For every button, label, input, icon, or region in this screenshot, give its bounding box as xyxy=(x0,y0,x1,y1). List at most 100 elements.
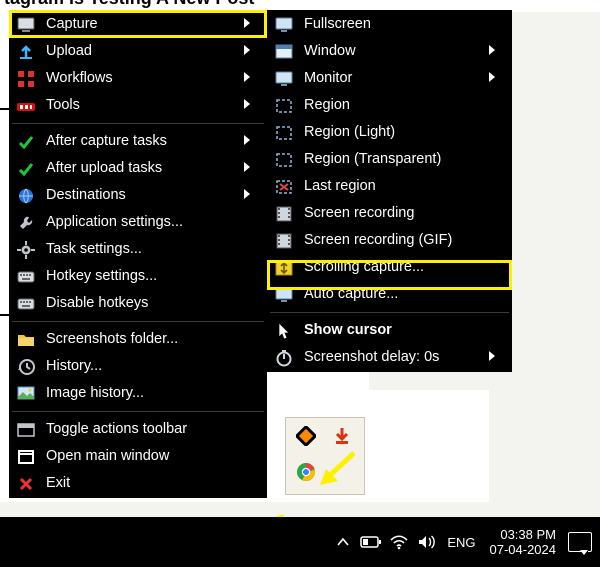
tray-overflow-button[interactable] xyxy=(332,522,354,562)
menu-item-label: Window xyxy=(304,44,485,59)
capture-item-scrolling-capture[interactable]: Scrolling capture... xyxy=(268,254,511,281)
capture-item-auto-capture[interactable]: Auto capture... xyxy=(268,281,511,308)
menu-item-label: History... xyxy=(46,359,250,374)
context-item-application-settings[interactable]: Application settings... xyxy=(10,209,266,236)
imghist-icon xyxy=(16,384,36,404)
download-tray-icon[interactable] xyxy=(332,426,352,446)
menu-item-label: Hotkey settings... xyxy=(46,269,250,284)
submenu-arrow-icon xyxy=(485,44,495,59)
submenu-arrow-icon xyxy=(240,44,250,59)
wrench-icon xyxy=(16,213,36,233)
menu-item-label: Region (Transparent) xyxy=(304,152,495,167)
menu-item-label: Screen recording xyxy=(304,206,495,221)
context-item-workflows[interactable]: Workflows xyxy=(10,65,266,92)
mon-icon xyxy=(274,285,294,305)
capture-item-fullscreen[interactable]: Fullscreen xyxy=(268,11,511,38)
windows-taskbar: ENG 03:38 PM 07-04-2024 xyxy=(0,517,600,567)
sharex-tray-icon[interactable] xyxy=(296,426,316,446)
notification-center-button[interactable] xyxy=(568,532,592,552)
scroll-icon xyxy=(274,258,294,278)
keyb-icon xyxy=(16,294,36,314)
context-item-history[interactable]: History... xyxy=(10,353,266,380)
menu-item-label: Screen recording (GIF) xyxy=(304,233,495,248)
language-indicator[interactable]: ENG xyxy=(447,535,475,550)
capture-item-last-region[interactable]: Last region xyxy=(268,173,511,200)
menu-item-label: Region xyxy=(304,98,495,113)
capture-item-monitor[interactable]: Monitor xyxy=(268,65,511,92)
menu-item-label: Exit xyxy=(46,476,250,491)
menu-item-label: Last region xyxy=(304,179,495,194)
context-item-toggle-actions-toolbar[interactable]: Toggle actions toolbar xyxy=(10,416,266,443)
submenu-arrow-icon xyxy=(240,98,250,113)
battery-icon[interactable] xyxy=(360,522,382,562)
menu-item-label: Task settings... xyxy=(46,242,250,257)
chrome-tray-icon[interactable] xyxy=(296,462,316,482)
context-separator xyxy=(12,321,264,322)
mon-icon xyxy=(274,15,294,35)
menu-item-label: After upload tasks xyxy=(46,161,240,176)
context-item-tools[interactable]: Tools xyxy=(10,92,266,119)
sharex-context-menu: Capture Upload Workflows Tools After capture… xyxy=(9,10,267,498)
context-separator xyxy=(12,411,264,412)
reg-icon xyxy=(274,150,294,170)
capture-item-show-cursor[interactable]: Show cursor xyxy=(268,317,511,344)
timer-icon xyxy=(274,348,294,368)
hist-icon xyxy=(16,357,36,377)
cursor-icon xyxy=(274,321,294,341)
context-item-upload[interactable]: Upload xyxy=(10,38,266,65)
menu-item-label: Monitor xyxy=(304,71,485,86)
submenu-arrow-icon xyxy=(240,188,250,203)
exit-icon xyxy=(16,474,36,494)
capture-item-region-transparent[interactable]: Region (Transparent) xyxy=(268,146,511,173)
context-item-exit[interactable]: Exit xyxy=(10,470,266,497)
context-item-open-main-window[interactable]: Open main window xyxy=(10,443,266,470)
context-item-after-capture-tasks[interactable]: After capture tasks xyxy=(10,128,266,155)
keyb-icon xyxy=(16,267,36,287)
menu-item-label: Scrolling capture... xyxy=(304,260,495,275)
menu-item-label: Upload xyxy=(46,44,240,59)
menu-item-label: Region (Light) xyxy=(304,125,495,140)
context-item-disable-hotkeys[interactable]: Disable hotkeys xyxy=(10,290,266,317)
gear-icon xyxy=(16,240,36,260)
check-icon xyxy=(16,159,36,179)
menu-item-label: Show cursor xyxy=(304,323,495,338)
menu-item-label: Screenshot delay: 0s xyxy=(304,350,485,365)
context-item-screenshots-folder[interactable]: Screenshots folder... xyxy=(10,326,266,353)
capture-separator xyxy=(270,312,509,313)
menu-item-label: Auto capture... xyxy=(304,287,495,302)
capture-item-region[interactable]: Region xyxy=(268,92,511,119)
folder-icon xyxy=(16,330,36,350)
volume-icon[interactable] xyxy=(416,522,438,562)
context-item-image-history[interactable]: Image history... xyxy=(10,380,266,407)
capture-item-screen-recording-gif[interactable]: Screen recording (GIF) xyxy=(268,227,511,254)
context-item-capture[interactable]: Capture xyxy=(10,11,266,38)
regx-icon xyxy=(274,177,294,197)
capture-item-screen-recording[interactable]: Screen recording xyxy=(268,200,511,227)
context-item-after-upload-tasks[interactable]: After upload tasks xyxy=(10,155,266,182)
context-item-task-settings[interactable]: Task settings... xyxy=(10,236,266,263)
taskbar-clock[interactable]: 03:38 PM 07-04-2024 xyxy=(490,527,557,557)
toolbar-icon xyxy=(16,420,36,440)
menu-item-label: Open main window xyxy=(46,449,250,464)
menu-item-label: Workflows xyxy=(46,71,240,86)
capture-item-window[interactable]: Window xyxy=(268,38,511,65)
film-icon xyxy=(274,231,294,251)
reg-icon xyxy=(274,96,294,116)
submenu-arrow-icon xyxy=(485,71,495,86)
tray-overflow-popup[interactable] xyxy=(285,417,365,495)
wifi-icon[interactable] xyxy=(388,522,410,562)
menu-item-label: Capture xyxy=(46,17,240,32)
submenu-arrow-icon xyxy=(240,71,250,86)
menu-item-label: Fullscreen xyxy=(304,17,495,32)
menu-item-label: Image history... xyxy=(46,386,250,401)
context-item-hotkey-settings[interactable]: Hotkey settings... xyxy=(10,263,266,290)
mon-icon xyxy=(274,69,294,89)
capture-submenu: Fullscreen Window Monitor Region Region (Lig… xyxy=(267,10,512,372)
context-item-destinations[interactable]: Destinations xyxy=(10,182,266,209)
upload-icon xyxy=(16,42,36,62)
menu-item-label: Application settings... xyxy=(46,215,250,230)
capture-item-screenshot-delay-0s[interactable]: Screenshot delay: 0s xyxy=(268,344,511,371)
open-icon xyxy=(16,447,36,467)
capture-item-region-light[interactable]: Region (Light) xyxy=(268,119,511,146)
submenu-arrow-icon xyxy=(240,134,250,149)
